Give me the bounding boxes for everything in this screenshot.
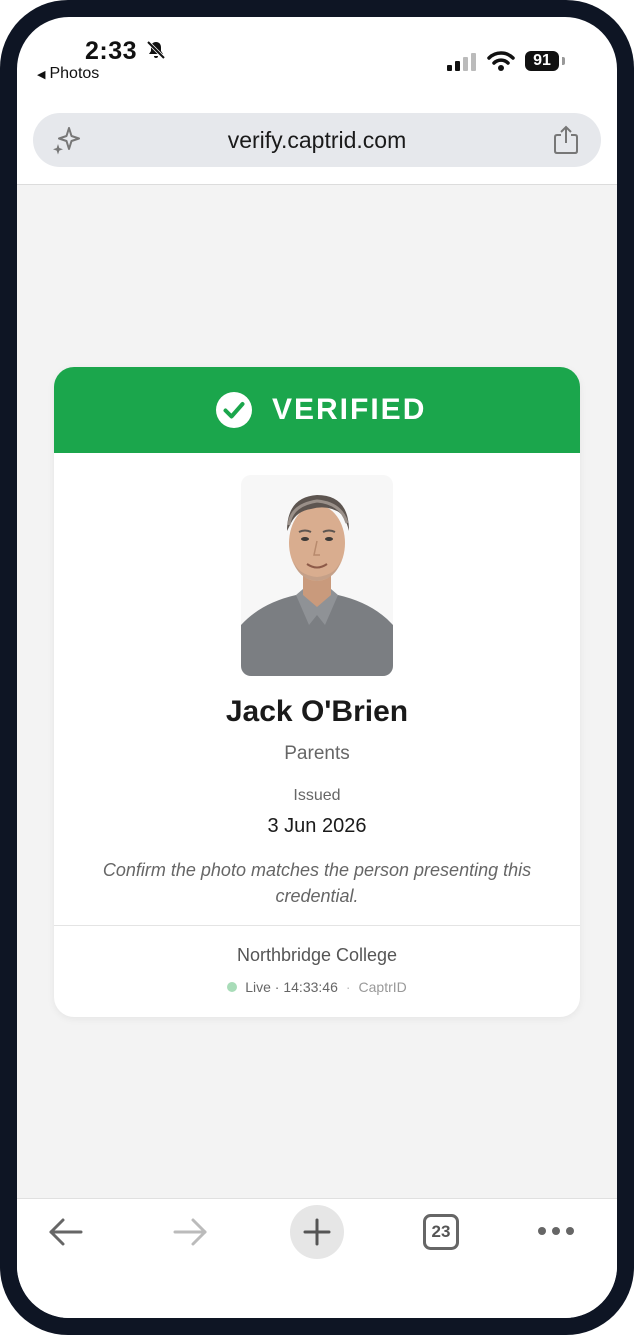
- bell-slash-icon: [145, 39, 167, 66]
- signal-icon: [447, 53, 477, 76]
- tabs-button[interactable]: 23: [423, 1214, 459, 1255]
- url-text[interactable]: verify.captrid.com: [33, 127, 601, 154]
- wifi-icon: [487, 50, 515, 77]
- new-tab-button[interactable]: [290, 1205, 344, 1259]
- battery-nub: [562, 57, 565, 65]
- forward-arrow-icon[interactable]: [171, 1215, 209, 1254]
- back-triangle-icon: ◀: [37, 69, 46, 81]
- phone-frame: 2:33 ◀ Photos 91 verify.captrid.com VERI…: [0, 0, 634, 1335]
- more-icon[interactable]: [537, 1223, 575, 1241]
- credential-card: VERIFIED Jack O'Brien Parents Issued 3 J…: [54, 367, 580, 1017]
- back-app-label: Photos: [49, 65, 100, 82]
- status-bar: 2:33 ◀ Photos 91: [17, 17, 617, 107]
- browser-toolbar: 23: [17, 1198, 617, 1318]
- battery-level: 91: [525, 51, 559, 71]
- page-content: VERIFIED Jack O'Brien Parents Issued 3 J…: [17, 185, 617, 1198]
- issued-date: 3 Jun 2026: [267, 815, 367, 837]
- back-arrow-icon[interactable]: [47, 1215, 85, 1254]
- verified-banner: VERIFIED: [54, 367, 580, 453]
- holder-name: Jack O'Brien: [225, 695, 409, 728]
- live-status-row: Live · 14:33:46 · CaptrID: [54, 979, 580, 995]
- screen: 2:33 ◀ Photos 91 verify.captrid.com VERI…: [17, 17, 617, 1318]
- check-circle-icon: [216, 392, 252, 433]
- live-label: Live: [245, 979, 271, 995]
- issued-label: Issued: [293, 787, 341, 804]
- url-bar[interactable]: verify.captrid.com: [33, 113, 601, 167]
- live-dot-icon: [227, 982, 238, 992]
- share-icon[interactable]: [551, 124, 581, 161]
- holder-photo: [241, 475, 393, 676]
- tabs-count: 23: [431, 1222, 451, 1241]
- holder-role: Parents: [284, 743, 350, 764]
- confirm-note: Confirm the photo matches the person pre…: [102, 860, 532, 906]
- verified-label: VERIFIED: [272, 393, 427, 426]
- separator-dot: ·: [345, 979, 351, 995]
- live-time: 14:33:46: [283, 979, 338, 995]
- back-to-app-link[interactable]: ◀ Photos: [37, 65, 99, 83]
- brand-label: CaptrID: [358, 979, 407, 995]
- organization-name: Northbridge College: [236, 945, 398, 965]
- card-divider: [54, 925, 580, 926]
- status-time: 2:33: [85, 37, 138, 65]
- plus-icon: [303, 1218, 331, 1246]
